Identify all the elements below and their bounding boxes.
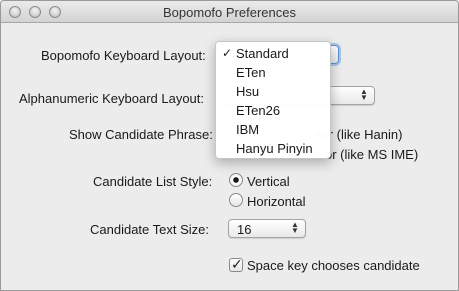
menu-item-label: Hanyu Pinyin (236, 141, 313, 156)
space-key-checkbox[interactable]: ✓ (229, 256, 243, 272)
space-key-label[interactable]: Space key chooses candidate (247, 258, 420, 273)
menu-item-ibm[interactable]: IBM (216, 121, 330, 140)
popup-arrows-icon: ▲ ▼ (291, 220, 299, 235)
text-size-label: Candidate Text Size: (90, 222, 209, 237)
candidate-phrase-option-2[interactable]: or (like MS IME) (325, 147, 418, 162)
menu-item-hanyu-pinyin[interactable]: Hanyu Pinyin (216, 140, 330, 159)
menu-item-standard[interactable]: ✓ Standard (216, 45, 330, 64)
preferences-window: Bopomofo Preferences Bopomofo Keyboard L… (0, 0, 459, 291)
keyboard-layout-label: Bopomofo Keyboard Layout: (41, 48, 206, 63)
alphanumeric-layout-label: Alphanumeric Keyboard Layout: (19, 91, 205, 106)
menu-item-eten[interactable]: ETen (216, 64, 330, 83)
menu-item-hsu[interactable]: Hsu (216, 83, 330, 102)
horizontal-radio-label[interactable]: Horizontal (247, 194, 306, 209)
popup-arrows-icon: ▲ ▼ (360, 87, 368, 102)
checkmark-icon: ✓ (231, 256, 243, 272)
title-bar[interactable]: Bopomofo Preferences (1, 1, 458, 23)
window-title: Bopomofo Preferences (163, 5, 296, 20)
menu-item-label: ETen26 (236, 103, 281, 118)
list-style-label: Candidate List Style: (93, 174, 213, 189)
checkmark-icon: ✓ (222, 46, 233, 60)
menu-item-eten26[interactable]: ETen26 (216, 102, 330, 121)
menu-item-label: Standard (236, 46, 289, 61)
text-size-value: 16 (237, 222, 252, 237)
vertical-radio[interactable] (229, 173, 243, 187)
keyboard-layout-menu: ✓ Standard ETen Hsu ETen26 IBM Hanyu Pin… (215, 41, 331, 159)
menu-item-label: Hsu (236, 84, 260, 99)
candidate-phrase-label: Show Candidate Phrase: (69, 127, 213, 142)
text-size-popup[interactable]: 16 ▲ ▼ (228, 219, 306, 238)
menu-item-label: IBM (236, 122, 260, 137)
menu-item-label: ETen (236, 65, 266, 80)
vertical-radio-label[interactable]: Vertical (247, 174, 290, 189)
horizontal-radio[interactable] (229, 193, 243, 207)
